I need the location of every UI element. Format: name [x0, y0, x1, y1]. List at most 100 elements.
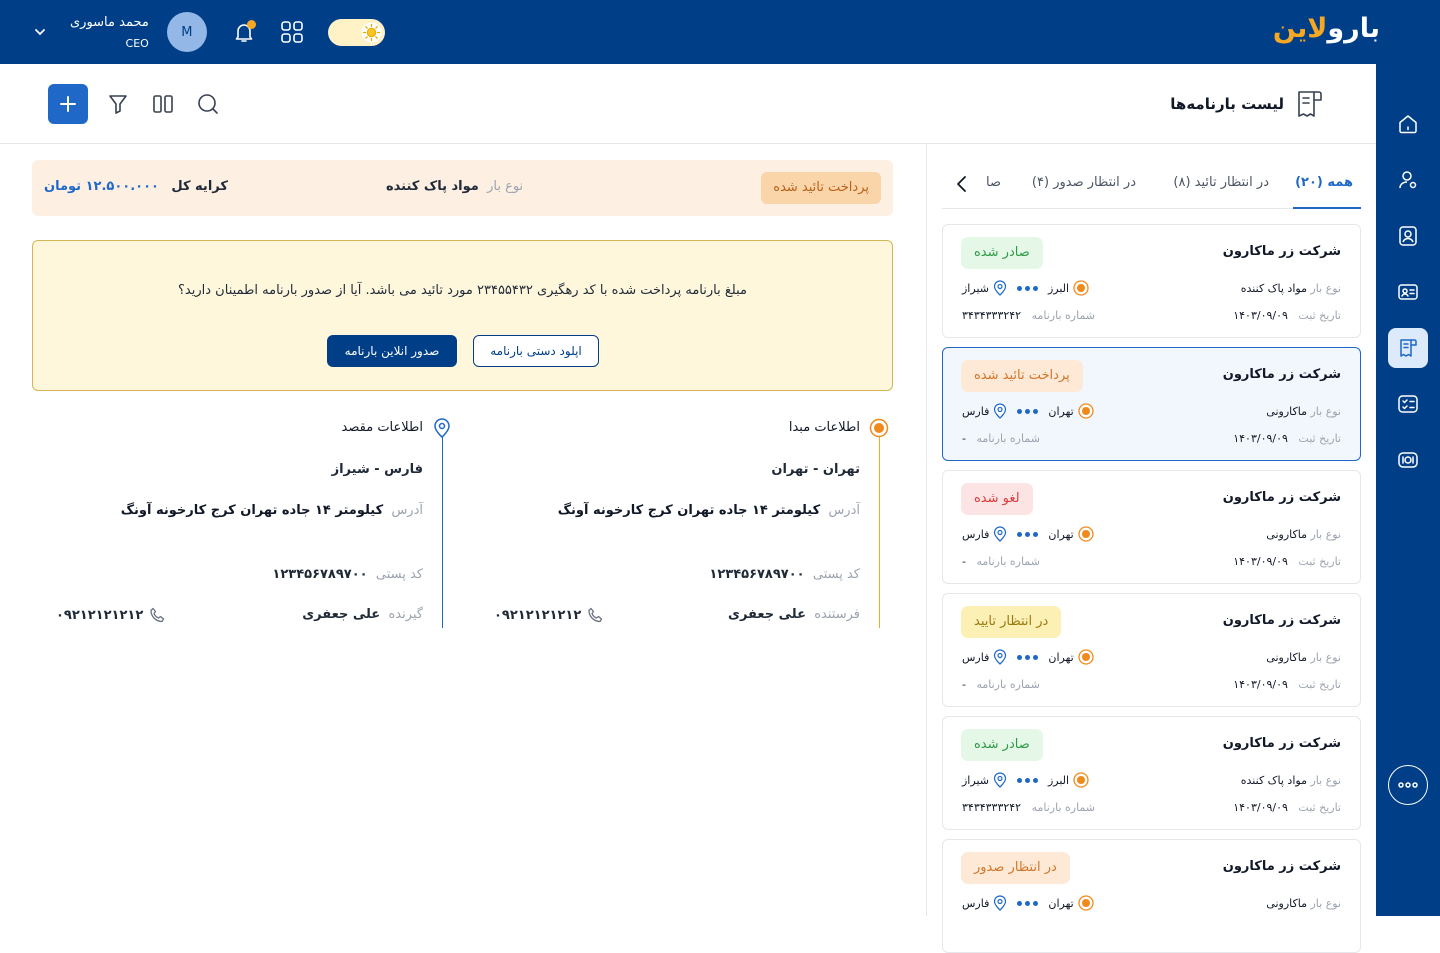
- avatar[interactable]: M: [166, 12, 207, 52]
- destination-city: فارس - شیراز: [331, 462, 423, 477]
- destination-postal: کد پستی ۱۲۳۴۵۶۷۸۹۷۰۰: [272, 567, 423, 582]
- cargo-type: نوع بار ماکارونی: [1266, 528, 1341, 541]
- company-name: شرکت زر ماکارون: [1222, 736, 1341, 751]
- destination-info: اطلاعات مقصد فارس - شیراز آدرس کیلومتر ۱…: [56, 413, 455, 628]
- filter-icon[interactable]: [98, 84, 138, 124]
- sun-icon: [361, 22, 382, 43]
- theme-toggle[interactable]: [328, 19, 385, 46]
- home-icon[interactable]: [1388, 104, 1428, 144]
- route: تهران فارس: [962, 895, 1094, 911]
- origin-marker-icon: [1073, 772, 1089, 788]
- waybill-icon: [1298, 91, 1322, 117]
- origin-info: اطلاعات مبدا تهران - تهران آدرس کیلومتر …: [494, 413, 892, 628]
- add-button[interactable]: [48, 84, 88, 124]
- status-badge: صادر شده: [961, 237, 1043, 269]
- origin-marker-icon: [1073, 280, 1089, 296]
- profile-icon[interactable]: [1388, 216, 1428, 256]
- top-bar: بارولاین محمد ماسوری CEO M: [0, 0, 1440, 64]
- waybill-number: شماره بارنامه -: [962, 432, 1040, 445]
- route-dots: [1016, 777, 1038, 783]
- origin-marker-icon: [869, 417, 889, 439]
- tab-pending-approval[interactable]: در انتظار تائید (۸): [1173, 175, 1269, 190]
- confirm-alert: مبلغ بارنامه پرداخت شده با کد رهگیری ۲۳۴…: [32, 240, 893, 391]
- destination: فارس: [962, 650, 990, 664]
- columns-icon[interactable]: [143, 84, 183, 124]
- page-title: لیست بارنامه‌ها: [1170, 88, 1326, 120]
- waybill-card[interactable]: شرکت زر ماکارون در انتظار تایید نوع بار ما…: [942, 593, 1361, 707]
- cargo-type: نوع بار ماکارونی: [1266, 405, 1341, 418]
- manual-upload-button[interactable]: اپلود دستی بارنامه: [473, 335, 599, 367]
- destination: فارس: [962, 404, 990, 418]
- waybill-card[interactable]: شرکت زر ماکارون صادر شده نوع بار مواد پاک …: [942, 716, 1361, 830]
- receiver-phone[interactable]: ۰۹۲۱۲۱۲۱۲۱۲: [56, 607, 165, 623]
- active-tab-indicator: [1293, 207, 1361, 209]
- chevron-left-icon[interactable]: [952, 173, 972, 195]
- origin: تهران: [1048, 527, 1074, 541]
- phone-icon: [588, 607, 603, 623]
- location-pin-icon: [993, 772, 1007, 788]
- status-badge: در انتظار تایید: [961, 606, 1062, 638]
- route: البرز شیراز: [962, 280, 1089, 296]
- destination-address: آدرس کیلومتر ۱۴ جاده تهران کرج کارخونه آ…: [120, 503, 423, 518]
- status-badge: لغو شده: [961, 483, 1033, 515]
- route: تهران فارس: [962, 649, 1094, 665]
- id-card-icon[interactable]: [1388, 272, 1428, 312]
- waybill-list-icon[interactable]: [1388, 328, 1428, 368]
- company-name: شرکت زر ماکارون: [1222, 613, 1341, 628]
- status-badge: صادر شده: [961, 729, 1043, 761]
- waybill-card[interactable]: شرکت زر ماکارون پرداخت تائید شده نوع بار م…: [942, 347, 1361, 461]
- brand-logo[interactable]: بارولاین: [1273, 13, 1381, 44]
- more-options-button[interactable]: [1388, 765, 1428, 805]
- summary-bar: پرداخت تائید شده نوع بار مواد پاک کننده …: [32, 160, 893, 216]
- origin-marker-icon: [1078, 526, 1094, 542]
- tab-all[interactable]: همه (۲۰): [1295, 175, 1353, 190]
- online-issue-button[interactable]: صدور انلاین بارنامه: [327, 335, 457, 367]
- origin-city: تهران - تهران: [771, 462, 860, 477]
- origin-address: آدرس کیلومتر ۱۴ جاده تهران کرج کارخونه آ…: [557, 503, 860, 518]
- origin-title: اطلاعات مبدا: [788, 420, 860, 435]
- receiver: گیرنده علی جعفری: [302, 607, 423, 622]
- origin: تهران: [1048, 896, 1074, 910]
- waybill-number: شماره بارنامه -: [962, 555, 1040, 568]
- route-dots: [1017, 408, 1039, 414]
- status-badge: پرداخت تائید شده: [761, 172, 881, 204]
- tab-issued[interactable]: صا: [986, 175, 1001, 190]
- location-pin-icon: [432, 417, 452, 439]
- payments-icon[interactable]: [1388, 440, 1428, 480]
- waybill-card[interactable]: شرکت زر ماکارون صادر شده نوع بار مواد پاک …: [942, 224, 1361, 338]
- origin: البرز: [1047, 281, 1070, 295]
- user-name: محمد ماسوری: [70, 14, 149, 30]
- page-header: لیست بارنامه‌ها: [0, 64, 1376, 144]
- user-menu[interactable]: محمد ماسوری CEO M: [30, 10, 207, 54]
- notification-badge: [247, 20, 256, 29]
- destination: فارس: [962, 896, 990, 910]
- waybill-card[interactable]: شرکت زر ماکارون در انتظار صدور نوع بار ماک…: [942, 839, 1361, 953]
- bell-icon[interactable]: [232, 20, 256, 44]
- register-date: تاریخ ثبت ۱۴۰۳/۰۹/۰۹: [1233, 801, 1341, 814]
- origin-marker-icon: [1078, 403, 1094, 419]
- cargo-type: نوع بار ماکارونی: [1266, 897, 1341, 910]
- waybill-number: شماره بارنامه ۳۴۳۴۳۳۳۲۴۲: [962, 801, 1096, 814]
- alert-message: مبلغ بارنامه پرداخت شده با کد رهگیری ۲۳۴…: [178, 283, 747, 298]
- location-pin-icon: [994, 895, 1007, 911]
- route: تهران فارس: [962, 526, 1094, 542]
- company-name: شرکت زر ماکارون: [1222, 490, 1341, 505]
- route-dots: [1017, 900, 1039, 906]
- chevron-down-icon[interactable]: [30, 22, 50, 42]
- destination-line: [441, 437, 443, 628]
- cargo-type: نوع بار ماکارونی: [1266, 651, 1341, 664]
- sender-phone[interactable]: ۰۹۲۱۲۱۲۱۲۱۲: [494, 607, 603, 623]
- location-pin-icon: [994, 403, 1007, 419]
- users-settings-icon[interactable]: [1388, 160, 1428, 200]
- search-icon[interactable]: [188, 84, 228, 124]
- origin-line: [878, 437, 880, 628]
- waybill-card[interactable]: شرکت زر ماکارون لغو شده نوع بار ماکارونی ته…: [942, 470, 1361, 584]
- route: البرز شیراز: [962, 772, 1089, 788]
- location-pin-icon: [993, 280, 1007, 296]
- tab-pending-issue[interactable]: در انتظار صدور (۴): [1032, 175, 1136, 190]
- route: تهران فارس: [962, 403, 1094, 419]
- origin: تهران: [1048, 404, 1074, 418]
- location-pin-icon: [994, 649, 1007, 665]
- checklist-icon[interactable]: [1388, 384, 1428, 424]
- apps-grid-icon[interactable]: [280, 20, 304, 44]
